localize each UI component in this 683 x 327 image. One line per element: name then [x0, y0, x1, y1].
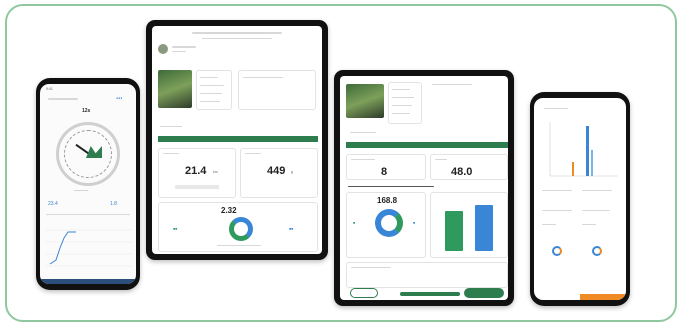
phone-right-row-4	[582, 210, 610, 211]
phone-left-header	[48, 98, 78, 100]
phone-right	[530, 92, 630, 306]
stat-card-b: 449 g	[240, 148, 318, 198]
phone-right-header	[544, 108, 568, 109]
mini-ring-left-icon	[552, 246, 562, 256]
donut-right-label: ■■	[289, 227, 294, 231]
bar-chart-icon	[549, 122, 618, 177]
section-label-right	[350, 132, 376, 133]
tablet-right-green-bar	[346, 142, 508, 148]
phone-left: 9:41 12s ●●● ———— 23.4 1.8	[36, 78, 140, 290]
stat-card-a: 21.4 km	[158, 148, 236, 198]
footer-left-button[interactable]	[350, 288, 378, 298]
donut-card: 2.32 ■■ ■■	[158, 202, 318, 252]
ring-right-label: ■	[413, 221, 416, 225]
footer-right-button[interactable]	[464, 288, 504, 298]
right-stat-b: 48.0	[451, 166, 473, 178]
tablet-right: 8 48.0 168.8 ■ ■	[334, 70, 514, 306]
stat-b-unit: g	[291, 170, 293, 174]
athlete-photo	[158, 70, 192, 108]
ring-card: 168.8 ■ ■	[346, 192, 426, 258]
divider	[46, 214, 130, 215]
user-name	[172, 46, 196, 48]
stat-card-right-b: 48.0	[430, 154, 508, 180]
info-card	[196, 70, 232, 110]
bar-card	[430, 192, 508, 258]
phone-left-value-label: 12s	[82, 108, 91, 114]
phone-right-bottom-accent	[580, 294, 626, 300]
tablet-center-green-bar	[158, 136, 318, 142]
donut-left-label: ■■	[173, 227, 178, 231]
donut-value: 2.32	[221, 206, 237, 215]
bar-blue	[475, 205, 493, 251]
phone-left-stat-left: 23.4	[48, 201, 58, 207]
phone-right-row-1	[542, 190, 572, 191]
dial-caption: ————	[74, 188, 88, 192]
tablet-center: 21.4 km 449 g 2.32 ■■ ■■	[146, 20, 328, 260]
tablet-right-screen: 8 48.0 168.8 ■ ■	[340, 76, 508, 300]
phone-left-bottom-bar	[40, 279, 136, 284]
tablet-right-header	[432, 84, 472, 85]
chart-section-title	[348, 186, 434, 187]
bar-chart-icon	[445, 211, 463, 251]
tablet-center-screen: 21.4 km 449 g 2.32 ■■ ■■	[152, 26, 322, 254]
footer-bar	[400, 292, 460, 296]
tablet-center-subtitle	[202, 38, 272, 39]
footer-card	[346, 262, 508, 288]
phone-left-link[interactable]: ●●●	[116, 96, 122, 100]
phone-right-row-6	[582, 224, 596, 225]
avatar[interactable]	[158, 44, 168, 54]
phone-right-row-3	[542, 210, 572, 211]
athlete-photo-right	[346, 84, 384, 118]
donut-chart-icon	[229, 217, 253, 241]
stat-a-unit: km	[213, 170, 218, 174]
stat-card-right-a: 8	[346, 154, 426, 180]
phone-left-screen: 9:41 12s ●●● ———— 23.4 1.8	[40, 84, 136, 284]
mini-ring-right-icon	[592, 246, 602, 256]
ring-chart-icon	[375, 209, 403, 237]
phone-left-stat-right: 1.8	[110, 201, 117, 207]
ring-left-label: ■	[353, 221, 356, 225]
stat-b-value: 449	[267, 165, 286, 177]
right-stat-a: 8	[381, 166, 388, 178]
line-chart-icon	[46, 229, 132, 267]
section-label	[160, 126, 182, 127]
user-meta	[172, 51, 186, 52]
tablet-center-title	[192, 32, 282, 34]
phone-right-row-5	[542, 224, 556, 225]
info-card-right	[388, 82, 422, 124]
phone-right-row-2	[582, 190, 612, 191]
ring-value: 168.8	[377, 196, 398, 205]
notes-card	[238, 70, 316, 110]
phone-right-screen	[534, 98, 626, 300]
status-bar: 9:41	[46, 87, 53, 91]
stat-a-value: 21.4	[185, 165, 207, 177]
